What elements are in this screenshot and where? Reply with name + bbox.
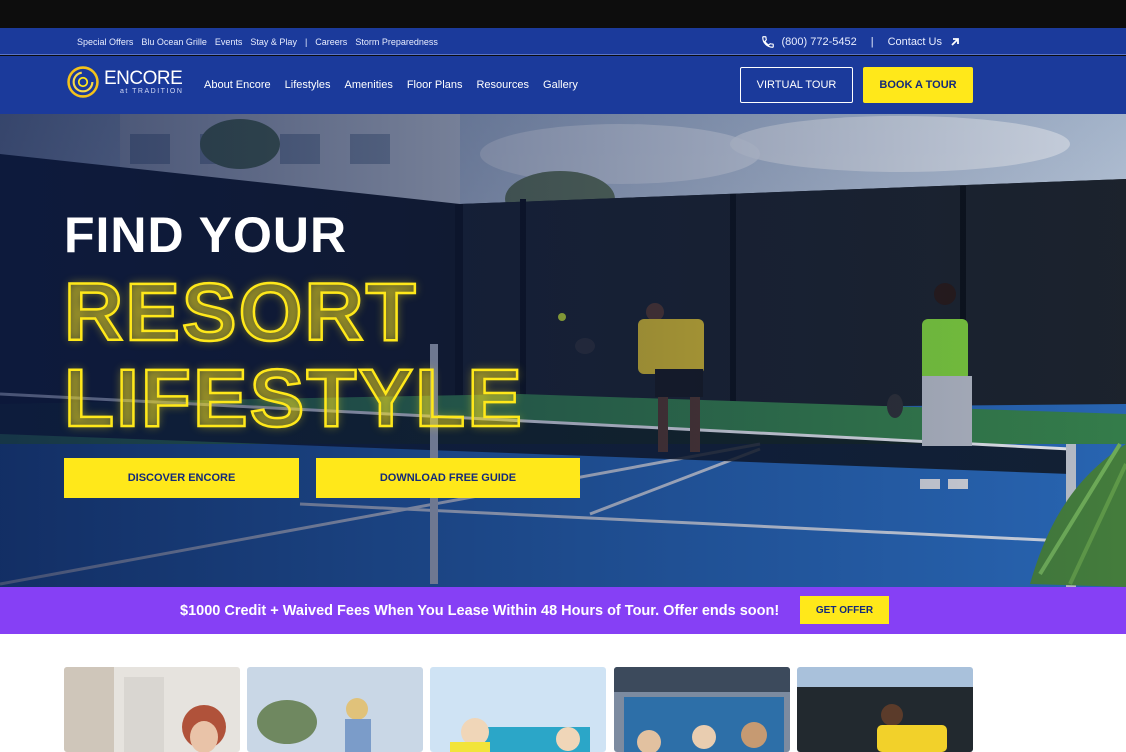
nav-gallery[interactable]: Gallery xyxy=(543,79,578,91)
logo-wordmark: ENCORE xyxy=(104,67,183,89)
gallery-card-4[interactable] xyxy=(614,667,790,752)
discover-encore-button[interactable]: DISCOVER ENCORE xyxy=(64,458,299,498)
phone-icon xyxy=(762,35,775,48)
utility-link-events[interactable]: Events xyxy=(215,37,243,47)
book-a-tour-button[interactable]: BOOK A TOUR xyxy=(863,67,973,103)
gallery-card-2[interactable] xyxy=(247,667,423,752)
gallery-card-5[interactable] xyxy=(797,667,973,752)
encore-logo[interactable]: ENCORE at TRADITION xyxy=(66,65,183,99)
utility-bar: Special Offers Blu Ocean Grille Events S… xyxy=(0,28,1126,55)
download-free-guide-button[interactable]: DOWNLOAD FREE GUIDE xyxy=(316,458,580,498)
lifestyle-gallery xyxy=(0,634,1126,752)
browser-top-bar xyxy=(0,0,1126,28)
contact-us-link[interactable]: Contact Us xyxy=(888,36,942,48)
nav-links: About Encore Lifestyles Amenities Floor … xyxy=(204,56,592,114)
nav-lifestyles[interactable]: Lifestyles xyxy=(285,79,331,91)
utility-link-careers[interactable]: Careers xyxy=(315,37,347,47)
utility-links: Special Offers Blu Ocean Grille Events S… xyxy=(77,28,446,55)
virtual-tour-button[interactable]: VIRTUAL TOUR xyxy=(740,67,853,103)
utility-contact: (800) 772-5452 | Contact Us xyxy=(761,28,960,55)
utility-link-blu-ocean-grille[interactable]: Blu Ocean Grille xyxy=(141,37,207,47)
utility-divider: | xyxy=(304,36,308,47)
gallery-card-1[interactable] xyxy=(64,667,240,752)
phone-number[interactable]: (800) 772-5452 xyxy=(781,36,856,48)
nav-amenities[interactable]: Amenities xyxy=(345,79,393,91)
hero-heading-line2: RESORT xyxy=(63,266,418,360)
logo-swirl-icon xyxy=(67,66,99,98)
nav-resources[interactable]: Resources xyxy=(476,79,529,91)
nav-about-encore[interactable]: About Encore xyxy=(204,79,271,91)
utility-link-storm-preparedness[interactable]: Storm Preparedness xyxy=(355,37,438,47)
gallery-card-3[interactable] xyxy=(430,667,606,752)
utility-link-special-offers[interactable]: Special Offers xyxy=(77,37,133,47)
hero-heading-line3: LIFESTYLE xyxy=(63,352,524,446)
hero-banner: FIND YOUR RESORT LIFESTYLE DISCOVER ENCO… xyxy=(0,114,1126,587)
contact-divider: | xyxy=(870,35,874,48)
promo-message: $1000 Credit + Waived Fees When You Leas… xyxy=(180,602,780,619)
get-offer-button[interactable]: GET OFFER xyxy=(800,596,889,624)
nav-floor-plans[interactable]: Floor Plans xyxy=(407,79,463,91)
hero-heading-line1: FIND YOUR xyxy=(64,207,348,263)
main-navigation: ENCORE at TRADITION About Encore Lifesty… xyxy=(0,56,1126,114)
promo-banner: $1000 Credit + Waived Fees When You Leas… xyxy=(0,587,1126,634)
logo-subtitle: at TRADITION xyxy=(120,87,184,95)
utility-link-stay-play[interactable]: Stay & Play xyxy=(250,37,297,47)
arrow-up-right-icon xyxy=(951,37,959,46)
